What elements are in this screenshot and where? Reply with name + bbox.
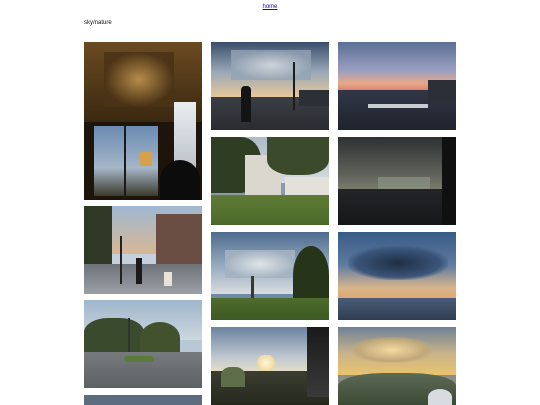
photo-gallery bbox=[0, 0, 540, 405]
photo-bay-sunset[interactable] bbox=[338, 42, 456, 130]
photo-sun-through-clouds[interactable] bbox=[211, 327, 329, 405]
photo-golden-clouds-hills[interactable] bbox=[338, 327, 456, 405]
photo-parking-lot-twilight[interactable] bbox=[211, 42, 329, 130]
photo-hazy-sky[interactable] bbox=[338, 137, 456, 225]
photo-clouds-park[interactable] bbox=[211, 232, 329, 320]
photo-window-dusk[interactable] bbox=[84, 42, 202, 200]
photo-street-sunset[interactable] bbox=[84, 206, 202, 294]
photo-street-corner[interactable] bbox=[84, 300, 202, 388]
photo-early-evening-street[interactable] bbox=[84, 395, 202, 405]
photo-house-trees[interactable] bbox=[211, 137, 329, 225]
photo-dramatic-clouds-water[interactable] bbox=[338, 232, 456, 320]
